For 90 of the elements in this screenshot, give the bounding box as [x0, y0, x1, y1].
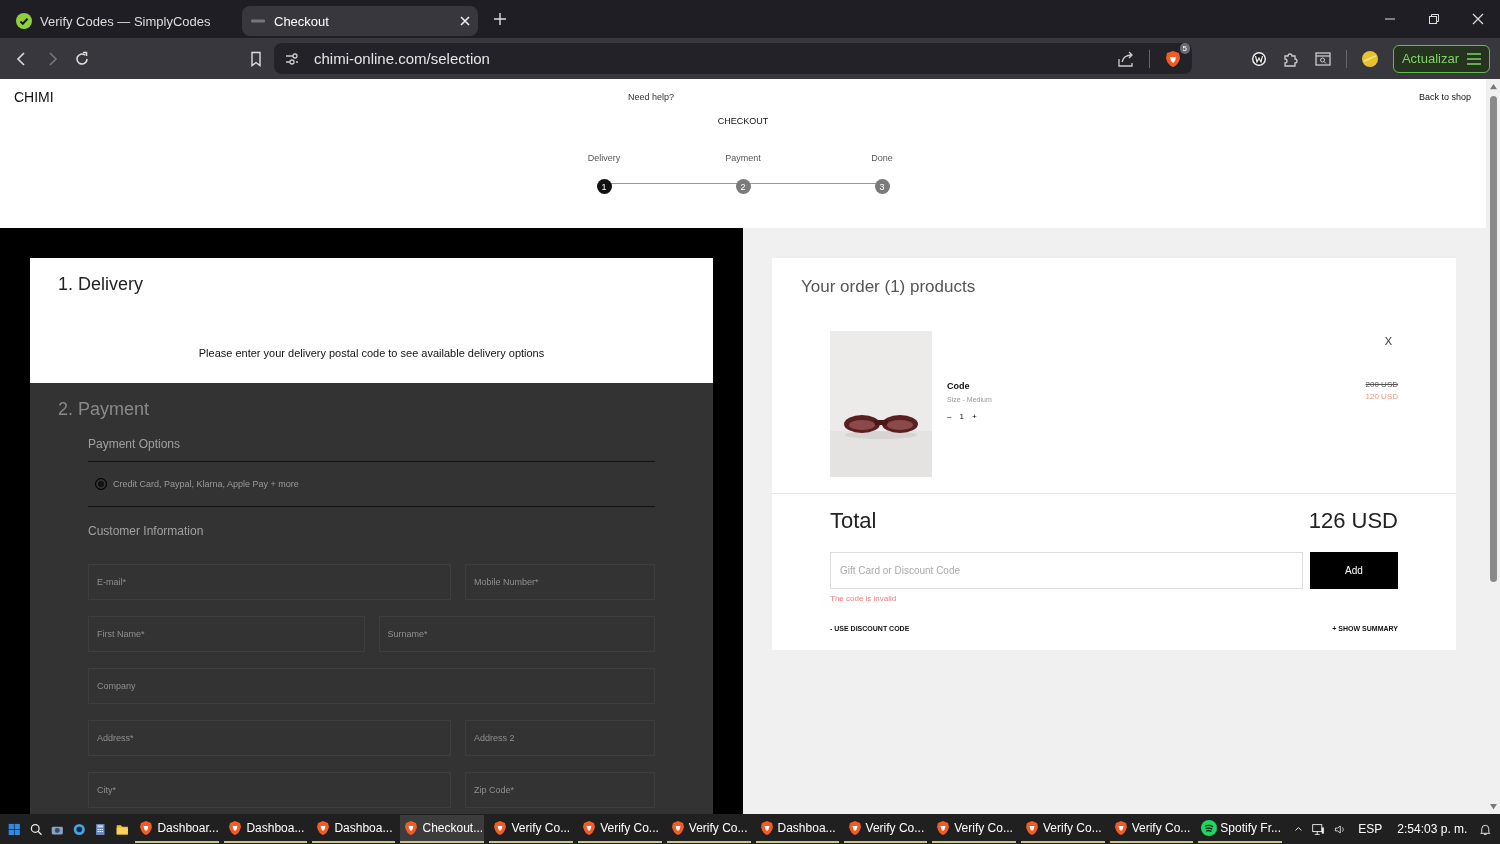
site-settings-icon[interactable]: [284, 50, 300, 67]
payment-option-label: Credit Card, Paypal, Klarna, Apple Pay + more: [113, 479, 299, 489]
step-marker[interactable]: 2: [735, 179, 751, 194]
step-label: Delivery: [587, 153, 621, 163]
taskbar-app[interactable]: Dashboa...: [312, 815, 396, 843]
scrollbar[interactable]: [1486, 79, 1500, 814]
input-field[interactable]: Address 2: [465, 720, 655, 756]
step-label: Payment: [725, 153, 761, 163]
lion-shield-icon: [846, 820, 863, 836]
scrollbar-thumb[interactable]: [1489, 96, 1497, 582]
coin-icon[interactable]: [1360, 49, 1379, 68]
url-text: chimi-online.com/selection: [314, 50, 490, 67]
browser-tab[interactable]: Checkout: [242, 6, 478, 36]
sale-price: 120 USD: [1365, 392, 1398, 401]
checkout-title: CHECKOUT: [716, 116, 770, 126]
lion-shield-icon: [935, 820, 952, 836]
spotify-icon: [1201, 820, 1218, 836]
delivery-message: Please enter your delivery postal code to see available delivery options: [197, 347, 546, 359]
error-message: The code is invalid: [830, 594, 898, 603]
taskbar-app[interactable]: Dashboar...: [135, 815, 220, 843]
lion-shield-icon: [581, 820, 598, 836]
lion-shield-icon: [227, 820, 244, 836]
order-title: Your order (1) products: [800, 276, 977, 297]
input-field[interactable]: E-mail*: [88, 564, 451, 600]
total-amount: 126 USD: [1308, 508, 1398, 534]
lion-shield-icon: [403, 820, 420, 836]
clock[interactable]: 2:54:03 p. m.: [1397, 822, 1468, 836]
payment-options-title: Payment Options: [88, 420, 655, 462]
add-button[interactable]: Add: [1310, 552, 1398, 589]
share-icon[interactable]: [1117, 49, 1135, 68]
increase-button[interactable]: +: [971, 412, 977, 421]
lion-shield-icon: [315, 820, 332, 836]
product-name: Code: [947, 381, 971, 391]
wallet-icon[interactable]: [1249, 49, 1268, 68]
quantity-value: 1: [959, 412, 964, 421]
help-link[interactable]: Need help?: [628, 92, 675, 102]
total-label: Total: [830, 508, 877, 534]
remove-button[interactable]: X: [1384, 335, 1398, 347]
section-title: 1. Delivery: [58, 274, 145, 295]
taskbar-app[interactable]: Verify Co...: [578, 815, 662, 843]
input-field[interactable]: First Name*: [88, 616, 365, 652]
section-title: 2. Payment: [58, 399, 151, 420]
scroll-up-icon[interactable]: [1488, 83, 1498, 90]
scroll-down-icon[interactable]: [1488, 803, 1498, 810]
taskbar-app[interactable]: Verify Co...: [1020, 815, 1105, 843]
taskbar-app[interactable]: Dashboa...: [224, 815, 308, 843]
taskbar-app[interactable]: Verify Co...: [666, 815, 751, 843]
step-marker[interactable]: 3: [874, 179, 890, 194]
search-panel-icon[interactable]: [1313, 49, 1332, 68]
restore-icon[interactable]: [1428, 13, 1440, 25]
check-icon: [16, 13, 32, 29]
close-icon[interactable]: [1472, 13, 1484, 25]
taskbar-app[interactable]: Verify Co...: [489, 815, 574, 843]
lion-shield-icon: [669, 820, 686, 836]
taskbar-app[interactable]: Checkout...: [400, 815, 485, 843]
original-price: 200 USD: [1365, 380, 1398, 389]
payment-radio[interactable]: [95, 478, 107, 490]
input-field[interactable]: Address*: [88, 720, 451, 756]
reload-icon[interactable]: [74, 50, 90, 67]
taskbar-app[interactable]: Verify Co...: [1109, 815, 1194, 843]
input-field[interactable]: Company: [88, 668, 655, 704]
language-indicator[interactable]: ESP: [1358, 822, 1383, 836]
lion-shield-icon: [1112, 820, 1129, 836]
shield-count-badge: 5: [1179, 42, 1190, 54]
customer-info-title: Customer Information: [88, 523, 205, 540]
close-icon[interactable]: [460, 16, 470, 26]
back-to-shop-link[interactable]: Back to shop: [1418, 92, 1471, 102]
input-field[interactable]: Zip Code*: [465, 772, 655, 808]
browser-tab[interactable]: Verify Codes — SimplyCodes: [8, 6, 228, 36]
lion-shield-icon: [492, 820, 509, 836]
taskbar-app[interactable]: Dashboa...: [755, 815, 839, 843]
lion-shield-icon: [758, 820, 775, 836]
input-field[interactable]: City*: [88, 772, 451, 808]
taskbar-app[interactable]: Spotify Fr...: [1198, 815, 1283, 843]
new-tab-icon[interactable]: [494, 13, 506, 25]
address-bar[interactable]: chimi-online.com/selection 5: [274, 43, 1192, 74]
shield-icon[interactable]: [1164, 49, 1182, 68]
lion-shield-icon: [1023, 820, 1040, 836]
input-field[interactable]: Mobile Number*: [465, 564, 655, 600]
taskbar-app[interactable]: Verify Co...: [843, 815, 928, 843]
lion-shield-icon: [138, 820, 155, 836]
step-marker[interactable]: 1: [596, 179, 612, 194]
taskbar-app[interactable]: Verify Co...: [932, 815, 1016, 843]
update-button[interactable]: Actualizar: [1392, 44, 1490, 73]
input-field[interactable]: Surname*: [378, 616, 655, 652]
discount-code-field[interactable]: Gift Card or Discount Code: [830, 552, 1303, 589]
bookmark-icon[interactable]: [248, 50, 264, 67]
step-label: Done: [871, 153, 893, 163]
store-logo[interactable]: CHIMI: [14, 89, 614, 105]
decrease-button[interactable]: –: [947, 412, 952, 421]
